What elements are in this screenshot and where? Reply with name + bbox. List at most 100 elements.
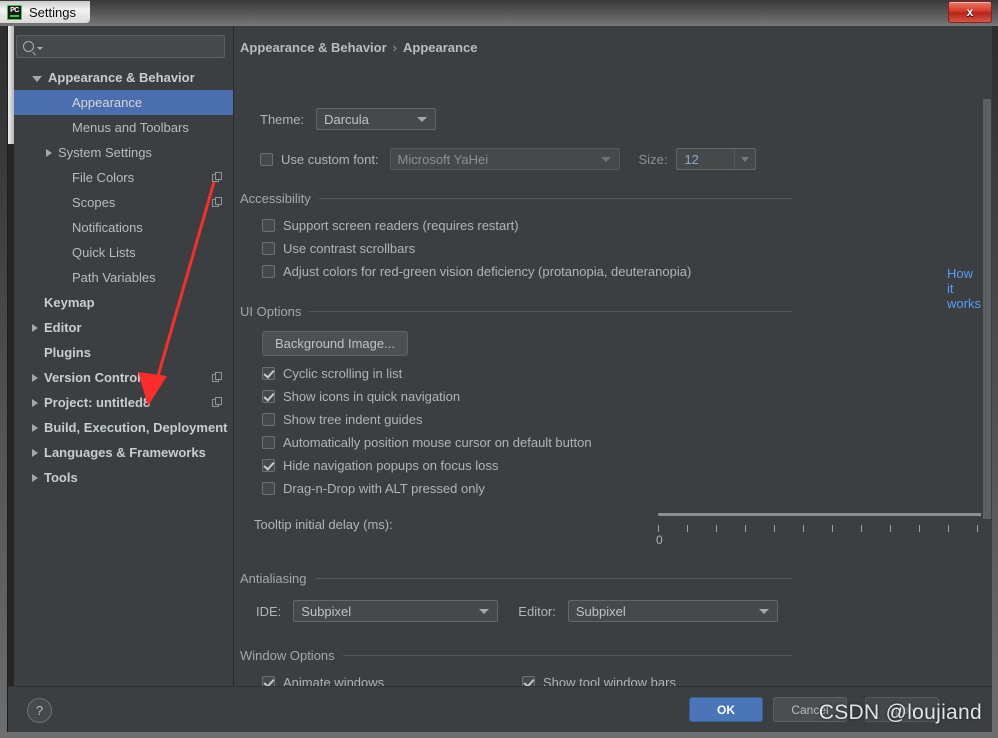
theme-select[interactable]: Darcula: [316, 108, 437, 130]
sidebar-scrollbar-thumb[interactable]: [8, 26, 14, 144]
editor-antialiasing-select[interactable]: Subpixel: [567, 600, 778, 622]
group-divider: [314, 578, 792, 579]
help-button[interactable]: ?: [27, 698, 52, 723]
sidebar-item-label: Quick Lists: [72, 245, 136, 260]
chevron-right-icon[interactable]: [32, 448, 38, 457]
checkbox-show-icons-in-quick-navigation[interactable]: Show icons in quick navigation: [262, 389, 460, 404]
sidebar-item-keymap[interactable]: Keymap: [8, 290, 233, 315]
checkbox-box: [262, 390, 275, 403]
use-custom-font-checkbox[interactable]: Use custom font:: [260, 152, 379, 167]
checkbox-box: [262, 459, 275, 472]
copy-settings-icon[interactable]: [212, 172, 223, 183]
sidebar-item-languages-frameworks[interactable]: Languages & Frameworks: [8, 440, 233, 465]
checkbox-support-screen-readers-requires-restart[interactable]: Support screen readers (requires restart…: [262, 218, 519, 233]
slider-tick: [977, 525, 978, 532]
sidebar-item-build-execution-deployment[interactable]: Build, Execution, Deployment: [8, 415, 233, 440]
checkbox-automatically-position-mouse-cursor-on-default[interactable]: Automatically position mouse cursor on d…: [262, 435, 592, 450]
chevron-down-icon: [479, 608, 490, 614]
group-divider: [309, 311, 792, 312]
close-button[interactable]: x: [948, 1, 992, 23]
settings-main-inner: Appearance & Behavior › Appearance Theme: …: [234, 26, 992, 687]
sidebar-item-quick-lists[interactable]: Quick Lists: [8, 240, 233, 265]
sidebar-item-appearance-behavior[interactable]: Appearance & Behavior: [8, 65, 233, 90]
checkbox-hide-navigation-popups-on-focus-loss[interactable]: Hide navigation popups on focus loss: [262, 458, 498, 473]
sidebar-scrollbar[interactable]: [8, 26, 14, 687]
sidebar-item-system-settings[interactable]: System Settings: [8, 140, 233, 165]
sidebar-item-scopes[interactable]: Scopes: [8, 190, 233, 215]
editor-antialiasing-value: Subpixel: [575, 603, 626, 619]
ide-antialiasing-label: IDE:: [256, 603, 282, 619]
dialog-content: Appearance & Behavior Appearance Menus and…: [8, 26, 992, 687]
sidebar-item-path-variables[interactable]: Path Variables: [8, 265, 233, 290]
custom-font-row: Use custom font: Microsoft YaHei Size: 1…: [260, 148, 757, 170]
checkbox-label: Show icons in quick navigation: [283, 389, 461, 404]
slider-tick: [716, 525, 717, 532]
main-scrollbar-thumb[interactable]: [983, 99, 991, 519]
font-size-stepper[interactable]: 12: [676, 148, 757, 170]
main-scrollbar[interactable]: [981, 26, 992, 687]
custom-font-select[interactable]: Microsoft YaHei: [389, 148, 620, 170]
accessibility-group-label: Accessibility: [240, 191, 311, 206]
tooltip-delay-slider[interactable]: 0 1200: [656, 505, 992, 547]
copy-settings-icon[interactable]: [212, 397, 223, 408]
sidebar-item-file-colors[interactable]: File Colors: [8, 165, 233, 190]
sidebar-item-project-untitled8[interactable]: Project: untitled8: [8, 390, 233, 415]
cancel-button[interactable]: Cancel: [773, 697, 847, 722]
window-options-group-header: Window Options: [240, 648, 792, 663]
sidebar-item-tools[interactable]: Tools: [8, 465, 233, 490]
sidebar-scrollbar-track[interactable]: [8, 144, 14, 687]
chevron-right-icon[interactable]: [32, 423, 38, 432]
slider-tick: [745, 525, 746, 532]
pycharm-icon: PC: [7, 4, 22, 20]
chevron-right-icon[interactable]: [46, 148, 52, 157]
sidebar-item-notifications[interactable]: Notifications: [8, 215, 233, 240]
antialiasing-group-label: Antialiasing: [240, 571, 307, 586]
settings-main-panel: Appearance & Behavior › Appearance Theme: …: [234, 26, 992, 687]
background-image-button[interactable]: Background Image...: [262, 331, 408, 356]
sidebar-item-version-control[interactable]: Version Control: [8, 365, 233, 390]
checkbox-use-contrast-scrollbars[interactable]: Use contrast scrollbars: [262, 241, 415, 256]
checkbox-drag-n-drop-with-alt-pressed-only[interactable]: Drag-n-Drop with ALT pressed only: [262, 481, 485, 496]
checkbox-box: [262, 367, 275, 380]
slider-tick: [861, 525, 862, 532]
chevron-down-icon[interactable]: [32, 76, 42, 82]
chevron-right-icon[interactable]: [32, 473, 38, 482]
chevron-right-icon[interactable]: [32, 373, 38, 382]
close-icon: x: [966, 5, 974, 19]
sidebar-item-label: Path Variables: [72, 270, 156, 285]
checkbox-adjust-colors-for-red-green-vision-deficiency-[interactable]: Adjust colors for red-green vision defic…: [262, 264, 691, 279]
ok-button[interactable]: OK: [689, 697, 763, 722]
sidebar-item-label: Keymap: [44, 295, 95, 310]
antialiasing-row: IDE: Subpixel Editor: Subpixel: [256, 600, 778, 622]
sidebar-item-plugins[interactable]: Plugins: [8, 340, 233, 365]
apply-button[interactable]: Apply: [865, 697, 939, 722]
sidebar-item-editor[interactable]: Editor: [8, 315, 233, 340]
sidebar-item-menus-and-toolbars[interactable]: Menus and Toolbars: [8, 115, 233, 140]
checkbox-label: Hide navigation popups on focus loss: [283, 458, 499, 473]
sidebar-item-appearance[interactable]: Appearance: [8, 90, 233, 115]
checkbox-label: Drag-n-Drop with ALT pressed only: [283, 481, 485, 496]
use-custom-font-label: Use custom font:: [281, 151, 379, 167]
copy-settings-icon[interactable]: [212, 197, 223, 208]
custom-font-value: Microsoft YaHei: [397, 151, 489, 167]
chevron-right-icon[interactable]: [32, 398, 38, 407]
window-options-group-label: Window Options: [240, 648, 335, 663]
font-size-dropdown-button[interactable]: [734, 149, 755, 169]
ide-antialiasing-select[interactable]: Subpixel: [293, 600, 499, 622]
chevron-right-icon[interactable]: [32, 323, 38, 332]
sidebar-item-label: Plugins: [44, 345, 91, 360]
breadcrumb-root[interactable]: Appearance & Behavior: [240, 40, 387, 55]
copy-settings-icon[interactable]: [212, 372, 223, 383]
search-input[interactable]: [16, 35, 225, 58]
how-it-works-link[interactable]: How it works: [947, 266, 981, 311]
chevron-down-icon: [741, 156, 750, 162]
slider-track[interactable]: [658, 513, 992, 516]
group-divider: [318, 198, 792, 199]
checkbox-cyclic-scrolling-in-list[interactable]: Cyclic scrolling in list: [262, 366, 402, 381]
checkbox-show-tree-indent-guides[interactable]: Show tree indent guides: [262, 412, 422, 427]
